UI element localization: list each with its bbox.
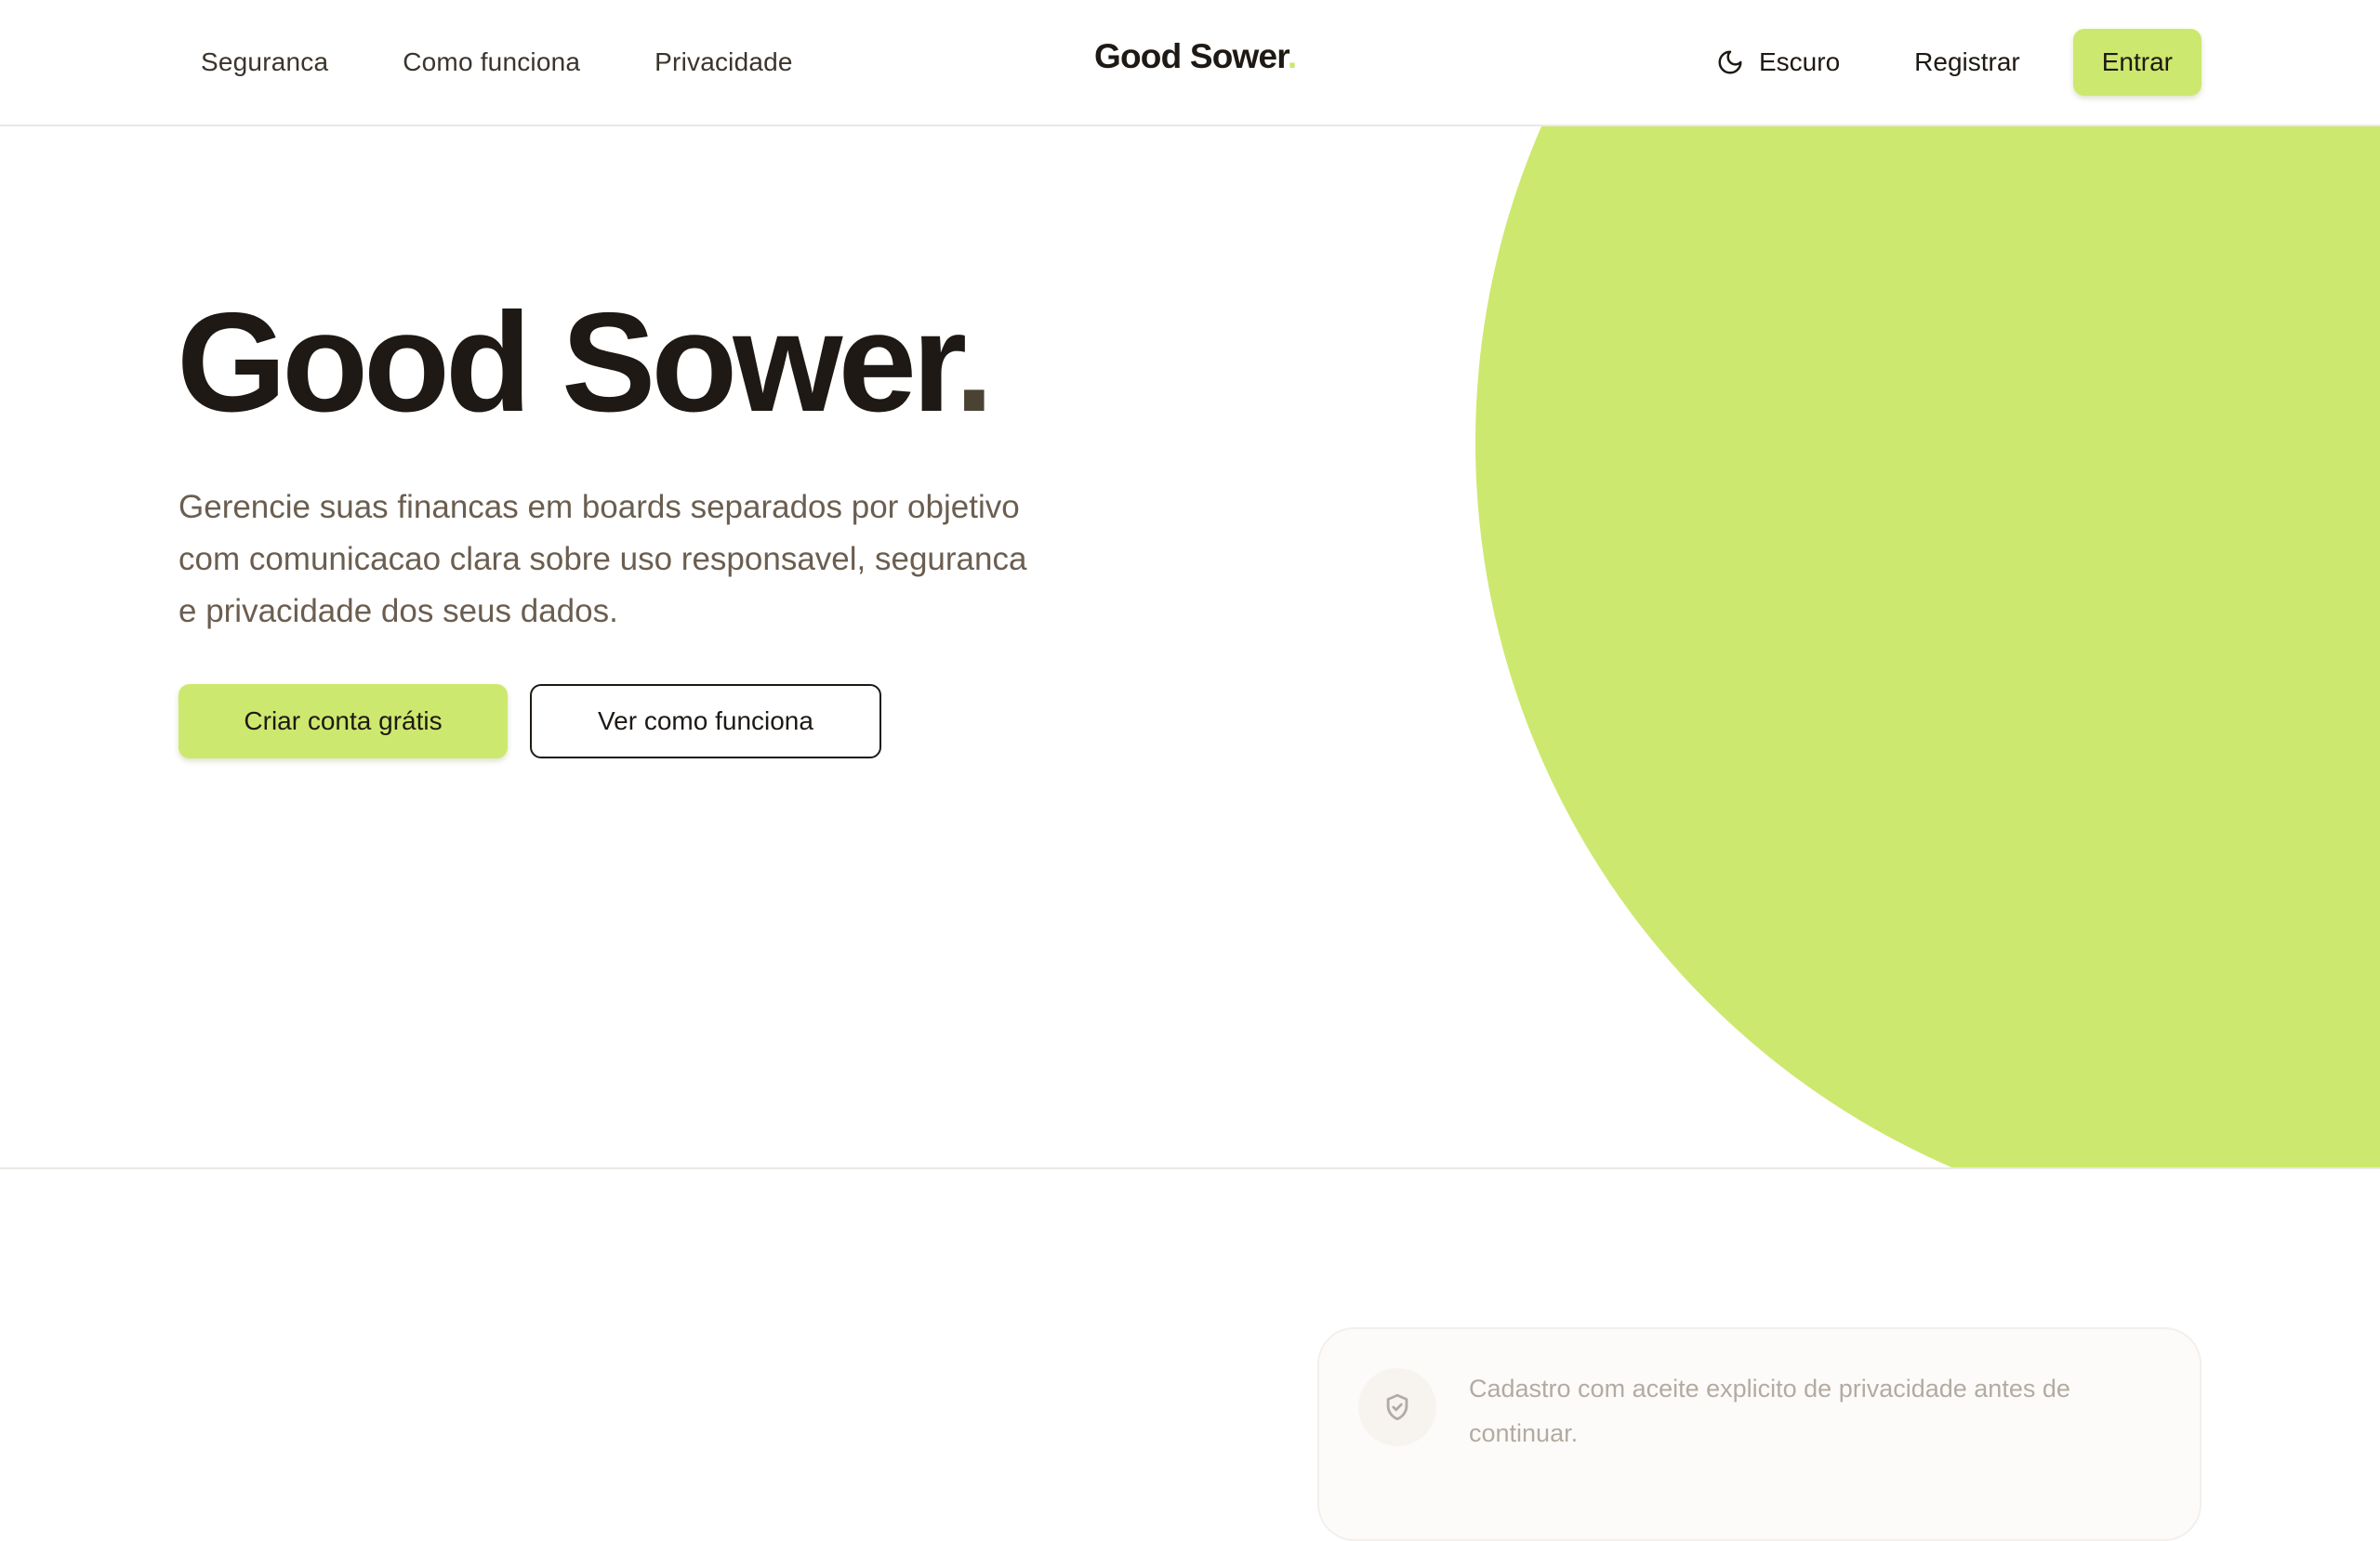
see-how-it-works-button[interactable]: Ver como funciona xyxy=(530,684,881,758)
create-account-button[interactable]: Criar conta grátis xyxy=(178,684,508,758)
brand-name: Good Sower xyxy=(1094,37,1289,75)
hero-section: Good Sower. Gerencie suas financas em bo… xyxy=(0,126,2380,1169)
hero-title-dot: . xyxy=(954,283,994,441)
nav-link-privacidade[interactable]: Privacidade xyxy=(654,47,793,77)
header-actions: Escuro Registrar Entrar xyxy=(1716,0,2202,125)
brand-logo[interactable]: Good Sower. xyxy=(1094,37,1297,76)
site-header: Seguranca Como funciona Privacidade Good… xyxy=(0,0,2380,126)
nav-link-como-funciona[interactable]: Como funciona xyxy=(403,47,580,77)
moon-icon xyxy=(1716,48,1744,76)
login-button[interactable]: Entrar xyxy=(2072,29,2202,96)
theme-toggle-button[interactable]: Escuro xyxy=(1716,47,1840,77)
shield-check-icon xyxy=(1358,1368,1436,1446)
register-link[interactable]: Registrar xyxy=(1914,47,2020,77)
hero-title-text: Good Sower xyxy=(177,283,959,441)
info-card-text: Cadastro com aceite explicito de privaci… xyxy=(1469,1375,2070,1447)
privacy-info-card: Cadastro com aceite explicito de privaci… xyxy=(1317,1327,2202,1541)
brand-dot: . xyxy=(1287,37,1297,75)
hero-actions: Criar conta grátis Ver como funciona xyxy=(178,684,881,758)
hero-title: Good Sower. xyxy=(177,292,994,433)
hero-decorative-circle xyxy=(1475,126,2380,1167)
main-nav: Seguranca Como funciona Privacidade xyxy=(201,0,793,125)
theme-toggle-label: Escuro xyxy=(1759,47,1841,76)
hero-description: Gerencie suas financas em boards separad… xyxy=(178,489,1027,629)
nav-link-seguranca[interactable]: Seguranca xyxy=(201,47,328,77)
